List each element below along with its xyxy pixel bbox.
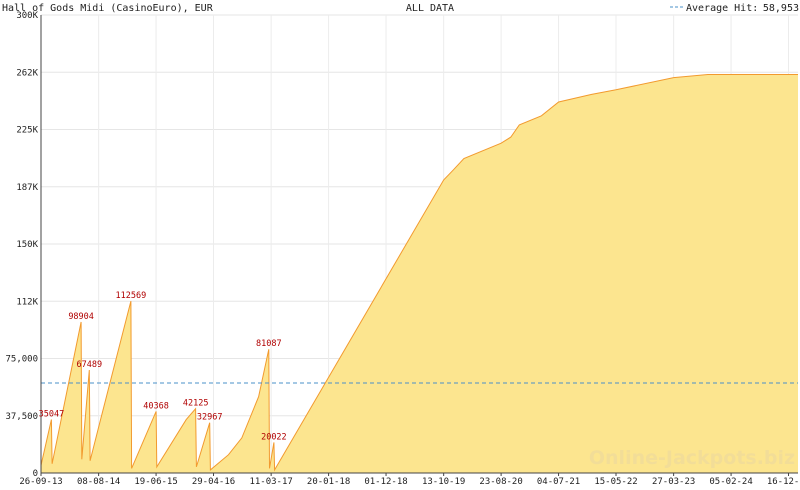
legend: Average Hit: 58,953: [670, 3, 799, 14]
x-tick-label: 13-10-19: [422, 477, 465, 487]
x-tick-label: 27-03-23: [652, 477, 695, 487]
y-tick-label: 112K: [16, 297, 38, 307]
y-tick-label: 225K: [16, 126, 38, 136]
x-tick-label: 16-12-24: [767, 477, 800, 487]
y-tick-label: 150K: [16, 240, 38, 250]
x-tick-label: 01-12-18: [364, 477, 407, 487]
chart-subtitle: ALL DATA: [406, 3, 454, 14]
x-tick-label: 29-04-16: [192, 477, 235, 487]
x-tick-label: 15-05-22: [594, 477, 637, 487]
y-tick-label: 187K: [16, 183, 38, 193]
x-tick-label: 20-01-18: [307, 477, 350, 487]
legend-average-value: 58,953: [763, 3, 799, 14]
x-tick-label: 08-08-14: [77, 477, 120, 487]
y-tick-label: 262K: [16, 68, 38, 78]
chart-title: Hall of Gods Midi (CasinoEuro), EUR: [2, 3, 214, 14]
peak-annotation-label: 42125: [183, 399, 209, 409]
x-tick-label: 11-03-17: [249, 477, 292, 487]
peak-annotation-label: 67489: [77, 360, 103, 370]
peak-annotation-label: 35047: [39, 409, 65, 419]
x-tick-label: 26-09-13: [19, 477, 62, 487]
peak-annotation-label: 32967: [197, 413, 223, 423]
x-tick-label: 04-07-21: [537, 477, 580, 487]
x-tick-label: 19-06-15: [134, 477, 177, 487]
x-tick-label: 23-08-20: [479, 477, 522, 487]
peak-annotation-label: 20022: [261, 432, 287, 442]
peak-annotation-label: 40368: [143, 401, 169, 411]
jackpot-history-chart: 037,50075,000112K150K187K225K262K300K 26…: [0, 0, 800, 490]
watermark-text: Online-Jackpots.biz: [589, 447, 795, 469]
y-tick-label: 75,000: [5, 355, 38, 365]
peak-annotation-label: 112569: [116, 291, 147, 301]
legend-average-label: Average Hit:: [686, 3, 758, 14]
peak-annotation-label: 81087: [256, 339, 282, 349]
y-tick-label: 37,500: [5, 412, 38, 422]
x-tick-label: 05-02-24: [709, 477, 752, 487]
peak-annotation-label: 98904: [68, 312, 94, 322]
